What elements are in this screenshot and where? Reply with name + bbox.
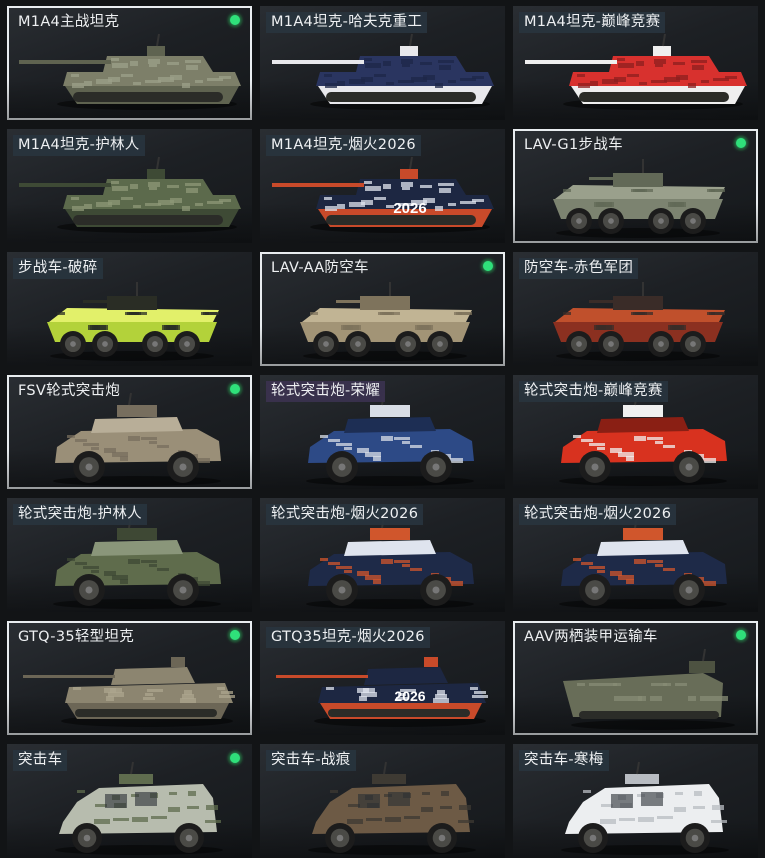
vehicle-card[interactable]: LAV-AA防空车 [260, 252, 505, 366]
vehicle-name: GTQ35坦克-烟火2026 [266, 627, 430, 648]
vehicle-card[interactable]: M1A4坦克-巅峰竞赛 [513, 6, 758, 120]
vehicle-name: GTQ-35轻型坦克 [18, 629, 135, 645]
vehicle-name: 轮式突击炮-巅峰竞赛 [519, 381, 668, 402]
vehicle-card[interactable]: AAV两栖装甲运输车 [513, 621, 758, 735]
vehicle-name: 轮式突击炮-烟火2026 [266, 504, 424, 525]
vehicle-card[interactable]: 轮式突击炮-巅峰竞赛 [513, 375, 758, 489]
equipped-indicator-icon [227, 381, 243, 397]
vehicle-name: 防空车-赤色军团 [519, 258, 639, 279]
vehicle-card[interactable]: 轮式突击炮-烟火2026 [513, 498, 758, 612]
vehicle-card[interactable]: M1A4主战坦克 [7, 6, 252, 120]
vehicle-name: FSV轮式突击炮 [18, 383, 121, 399]
vehicle-name: 步战车-破碎 [13, 258, 103, 279]
equipped-indicator-icon [480, 258, 496, 274]
vehicle-name: LAV-G1步战车 [524, 137, 623, 153]
equipped-indicator-icon [227, 627, 243, 643]
vehicle-card[interactable]: 轮式突击炮-荣耀 [260, 375, 505, 489]
vehicle-card[interactable]: 突击车-战痕 [260, 744, 505, 858]
vehicle-name: M1A4坦克-哈夫克重工 [266, 12, 428, 33]
vehicle-card[interactable]: M1A4坦克-烟火2026 2026 [260, 129, 505, 243]
vehicle-name: M1A4坦克-护林人 [13, 135, 145, 156]
vehicle-name: 轮式突击炮-荣耀 [266, 381, 386, 402]
svg-text:2026: 2026 [394, 688, 425, 704]
vehicle-name: 轮式突击炮-护林人 [13, 504, 147, 525]
vehicle-card[interactable]: 轮式突击炮-护林人 [7, 498, 252, 612]
vehicle-card[interactable]: GTQ35坦克-烟火2026 2026 [260, 621, 505, 735]
vehicle-skin-grid: M1A4主战坦克 M1A4坦克-哈夫克重工 M1A4坦克-巅峰竞赛 M1A4坦克… [0, 0, 765, 858]
vehicle-card[interactable]: 步战车-破碎 [7, 252, 252, 366]
vehicle-card[interactable]: FSV轮式突击炮 [7, 375, 252, 489]
equipped-indicator-icon [227, 12, 243, 28]
vehicle-name: 突击车-寒梅 [519, 750, 609, 771]
vehicle-card[interactable]: 突击车 [7, 744, 252, 858]
equipped-indicator-icon [227, 750, 243, 766]
vehicle-name: 轮式突击炮-烟火2026 [519, 504, 677, 525]
vehicle-name: AAV两栖装甲运输车 [524, 629, 658, 645]
vehicle-name: M1A4坦克-烟火2026 [266, 135, 421, 156]
vehicle-name: M1A4坦克-巅峰竞赛 [519, 12, 666, 33]
vehicle-card[interactable]: LAV-G1步战车 [513, 129, 758, 243]
equipped-indicator-icon [733, 627, 749, 643]
vehicle-name: M1A4主战坦克 [18, 14, 120, 30]
vehicle-card[interactable]: 防空车-赤色军团 [513, 252, 758, 366]
vehicle-card[interactable]: M1A4坦克-护林人 [7, 129, 252, 243]
vehicle-name: 突击车 [13, 750, 68, 771]
vehicle-card[interactable]: 突击车-寒梅 [513, 744, 758, 858]
vehicle-name: 突击车-战痕 [266, 750, 356, 771]
vehicle-name: LAV-AA防空车 [271, 260, 369, 276]
vehicle-card[interactable]: M1A4坦克-哈夫克重工 [260, 6, 505, 120]
equipped-indicator-icon [733, 135, 749, 151]
vehicle-card[interactable]: 轮式突击炮-烟火2026 [260, 498, 505, 612]
svg-text:2026: 2026 [393, 200, 426, 217]
vehicle-card[interactable]: GTQ-35轻型坦克 [7, 621, 252, 735]
